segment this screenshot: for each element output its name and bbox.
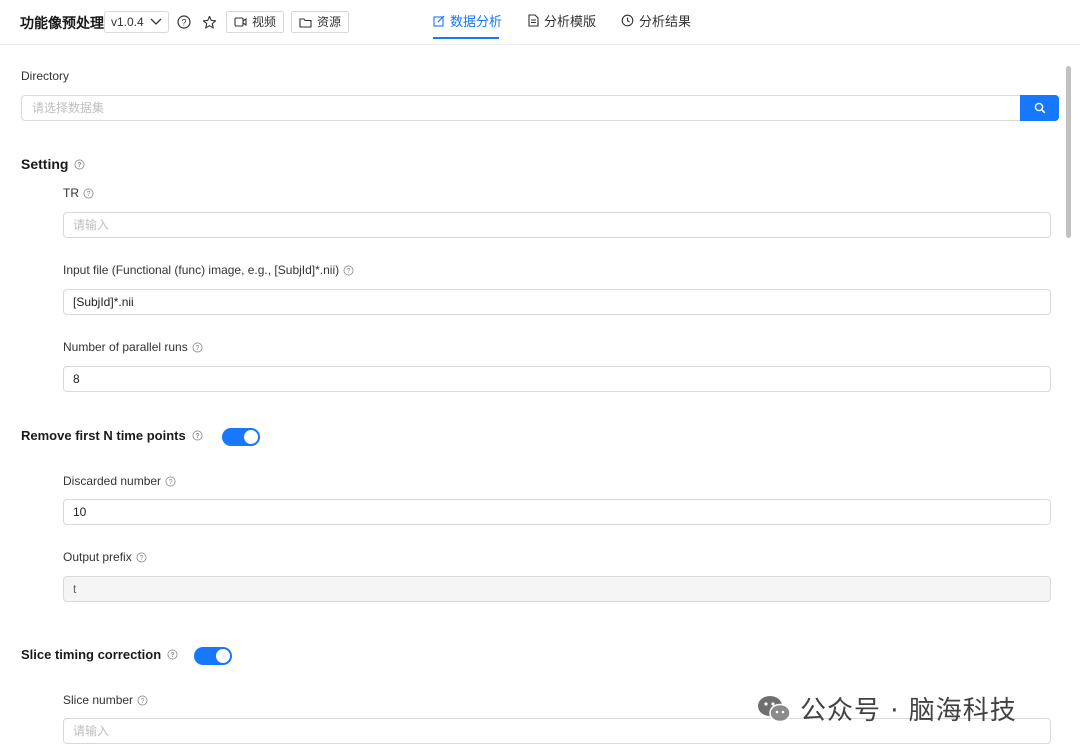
help-icon[interactable]: ? (175, 13, 193, 31)
scrollbar-thumb[interactable] (1066, 66, 1071, 238)
wechat-icon (758, 695, 791, 722)
help-icon: ? (167, 649, 178, 660)
discarded-number-input[interactable]: 10 (63, 499, 1051, 525)
resources-label: 资源 (317, 15, 342, 29)
active-tab-indicator (433, 37, 499, 39)
svg-text:?: ? (195, 433, 199, 440)
history-icon (621, 14, 634, 27)
watermark-text: 公众号 · 脑海科技 (800, 696, 1017, 726)
star-icon[interactable] (200, 13, 218, 31)
svg-text:?: ? (141, 698, 145, 705)
remove-first-toggle[interactable] (222, 428, 260, 446)
input-file-label: Input file (Functional (func) image, e.g… (63, 263, 340, 277)
slice-timing-toggle[interactable] (194, 647, 232, 665)
help-icon: ? (343, 265, 354, 275)
watermark: 公众号 · 脑海科技 (756, 690, 1017, 727)
svg-text:?: ? (169, 479, 173, 486)
help-icon: ? (136, 552, 147, 562)
top-bar: 功能像预处理 v1.0.4 ? 视频 资源 数据分析 分析模版 分析结果 (0, 0, 1080, 45)
parallel-runs-input[interactable]: 8 (63, 366, 1051, 392)
slice-number-label-row: Slice number ? (63, 693, 148, 707)
help-icon: ? (74, 159, 85, 169)
tr-label-row: TR ? (63, 186, 94, 200)
svg-text:?: ? (87, 191, 91, 198)
input-file-field[interactable]: [SubjId]*.nii (63, 289, 1051, 315)
output-prefix-label: Output prefix (63, 550, 132, 564)
directory-input[interactable]: 请选择数据集 (21, 95, 1021, 121)
directory-label: Directory (21, 69, 70, 83)
svg-text:?: ? (195, 345, 199, 352)
search-icon (1034, 102, 1045, 114)
slice-timing-section-title: Slice timing correction ? (21, 647, 178, 662)
svg-text:?: ? (181, 18, 186, 28)
svg-text:?: ? (139, 555, 143, 562)
version-select[interactable]: v1.0.4 (104, 11, 169, 33)
setting-title: Setting (21, 156, 69, 172)
parallel-runs-label: Number of parallel runs (63, 340, 188, 354)
version-value: v1.0.4 (111, 15, 144, 29)
document-icon (528, 14, 539, 27)
video-button[interactable]: 视频 (226, 11, 285, 33)
folder-icon (299, 17, 312, 28)
output-prefix-input: t (63, 576, 1051, 602)
tab-label: 数据分析 (450, 14, 503, 29)
tab-data-analysis[interactable]: 数据分析 (433, 11, 502, 30)
resources-button[interactable]: 资源 (291, 11, 350, 33)
toggle-knob (244, 430, 258, 444)
svg-text:?: ? (171, 652, 175, 659)
video-label: 视频 (252, 15, 277, 29)
tab-label: 分析结果 (639, 14, 692, 29)
svg-text:?: ? (78, 162, 82, 169)
svg-text:?: ? (347, 268, 351, 275)
parallel-runs-label-row: Number of parallel runs ? (63, 340, 203, 354)
slice-timing-title: Slice timing correction (21, 647, 162, 662)
video-icon (234, 17, 247, 27)
help-icon: ? (192, 430, 203, 441)
tab-analysis-results[interactable]: 分析结果 (621, 11, 691, 30)
remove-first-title: Remove first N time points (21, 428, 186, 443)
edit-icon (433, 15, 445, 27)
input-file-label-row: Input file (Functional (func) image, e.g… (63, 263, 354, 277)
tr-input[interactable]: 请输入 (63, 212, 1051, 238)
directory-search-button[interactable] (1020, 95, 1059, 121)
discarded-number-label-row: Discarded number ? (63, 474, 176, 488)
slice-number-label: Slice number (63, 693, 134, 707)
remove-first-section-title: Remove first N time points ? (21, 428, 203, 443)
help-icon: ? (192, 342, 203, 352)
discarded-number-label: Discarded number (63, 474, 162, 488)
tab-label: 分析模版 (544, 14, 597, 29)
app-title: 功能像预处理 (20, 15, 104, 31)
chevron-down-icon (150, 18, 162, 25)
help-icon: ? (137, 695, 148, 705)
toggle-knob (216, 649, 230, 663)
tr-label: TR (63, 186, 79, 200)
tab-analysis-template[interactable]: 分析模版 (528, 11, 596, 30)
help-icon: ? (83, 188, 94, 198)
output-prefix-label-row: Output prefix ? (63, 550, 147, 564)
help-icon: ? (165, 476, 176, 486)
setting-section-title: Setting ? (21, 156, 85, 172)
